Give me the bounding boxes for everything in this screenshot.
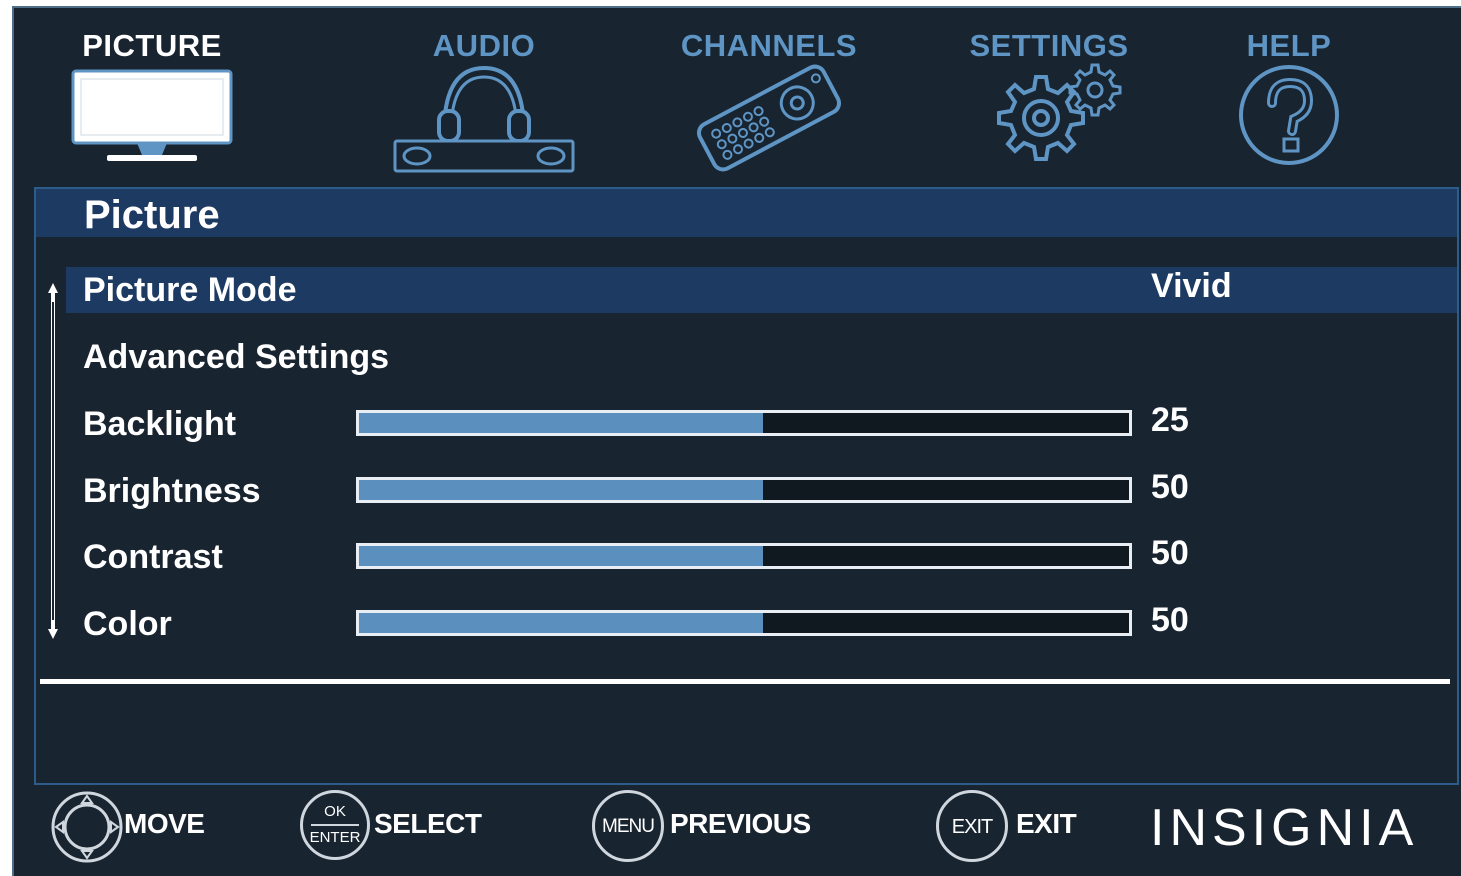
insignia-logo: INSIGNIA (1150, 799, 1419, 857)
backlight-slider[interactable] (356, 410, 1132, 436)
picture-panel: Picture Picture Mode Vivid Advanced Sett… (34, 187, 1459, 785)
tab-help[interactable]: HELP (1204, 8, 1374, 183)
hint-exit: EXIT EXIT (936, 786, 1116, 866)
menu-item-backlight[interactable]: Backlight 25 (66, 401, 1457, 447)
tab-help-label: HELP (1246, 28, 1332, 63)
headphones-soundbar-icon (374, 63, 594, 178)
tab-settings-label: SETTINGS (969, 28, 1129, 63)
panel-title: Picture (84, 193, 220, 237)
tab-picture[interactable]: PICTURE (42, 8, 262, 183)
panel-divider (40, 679, 1450, 684)
exit-button-icon: EXIT (936, 790, 1008, 862)
brightness-slider[interactable] (356, 477, 1132, 503)
hint-move: MOVE (50, 786, 250, 866)
ok-enter-button-icon: OK ENTER (300, 790, 370, 860)
color-label: Color (83, 605, 172, 643)
tv-menu-frame: PICTURE AUDIO CHANNELS SETTINGS HELP Pic… (12, 6, 1461, 876)
color-slider[interactable] (356, 610, 1132, 636)
tab-settings[interactable]: SETTINGS (949, 8, 1149, 183)
contrast-value: 50 (1151, 534, 1189, 572)
hint-move-label: MOVE (124, 808, 205, 839)
panel-header: Picture (36, 189, 1457, 237)
hint-select-label: SELECT (374, 808, 482, 839)
menu-item-contrast[interactable]: Contrast 50 (66, 534, 1457, 580)
hint-exit-label: EXIT (1016, 808, 1077, 839)
menu-item-advanced-settings[interactable]: Advanced Settings (66, 334, 1457, 380)
backlight-value: 25 (1151, 401, 1189, 439)
tab-picture-label: PICTURE (82, 28, 222, 63)
menu-item-color[interactable]: Color 50 (66, 601, 1457, 647)
tab-audio-label: AUDIO (432, 28, 536, 63)
hint-previous: MENU PREVIOUS (592, 786, 852, 866)
menu-item-brightness[interactable]: Brightness 50 (66, 468, 1457, 514)
tv-icon (42, 63, 262, 178)
color-value: 50 (1151, 601, 1189, 639)
enter-label: ENTER (309, 829, 361, 846)
picture-mode-label: Picture Mode (83, 271, 297, 309)
brightness-slider-fill (359, 480, 764, 500)
menu-button-icon: MENU (592, 790, 664, 862)
remote-control-icon (664, 63, 874, 178)
hint-previous-label: PREVIOUS (670, 808, 811, 839)
backlight-label: Backlight (83, 405, 237, 443)
exit-button-label: EXIT (951, 816, 993, 838)
backlight-slider-fill (359, 413, 764, 433)
scroll-track[interactable] (51, 301, 55, 621)
brightness-label: Brightness (83, 472, 261, 510)
dpad-icon (51, 791, 123, 863)
color-slider-fill (359, 613, 764, 633)
menu-item-picture-mode[interactable]: Picture Mode Vivid (66, 267, 1457, 313)
scroll-up-arrow-icon[interactable] (46, 281, 60, 301)
tab-audio[interactable]: AUDIO (374, 8, 594, 183)
tab-channels[interactable]: CHANNELS (664, 8, 874, 183)
scrollbar[interactable] (46, 281, 60, 641)
gears-icon (949, 63, 1149, 178)
question-mark-icon (1204, 63, 1374, 178)
menu-button-label: MENU (602, 816, 655, 837)
contrast-label: Contrast (83, 538, 223, 576)
hint-select: OK ENTER SELECT (300, 786, 520, 866)
scroll-down-arrow-icon[interactable] (46, 621, 60, 641)
contrast-slider[interactable] (356, 543, 1132, 569)
tab-channels-label: CHANNELS (680, 28, 858, 63)
ok-enter-divider (311, 824, 359, 826)
advanced-settings-label: Advanced Settings (83, 338, 390, 376)
contrast-slider-fill (359, 546, 764, 566)
brightness-value: 50 (1151, 468, 1189, 506)
ok-label: OK (324, 803, 346, 820)
picture-mode-value: Vivid (1151, 267, 1232, 305)
